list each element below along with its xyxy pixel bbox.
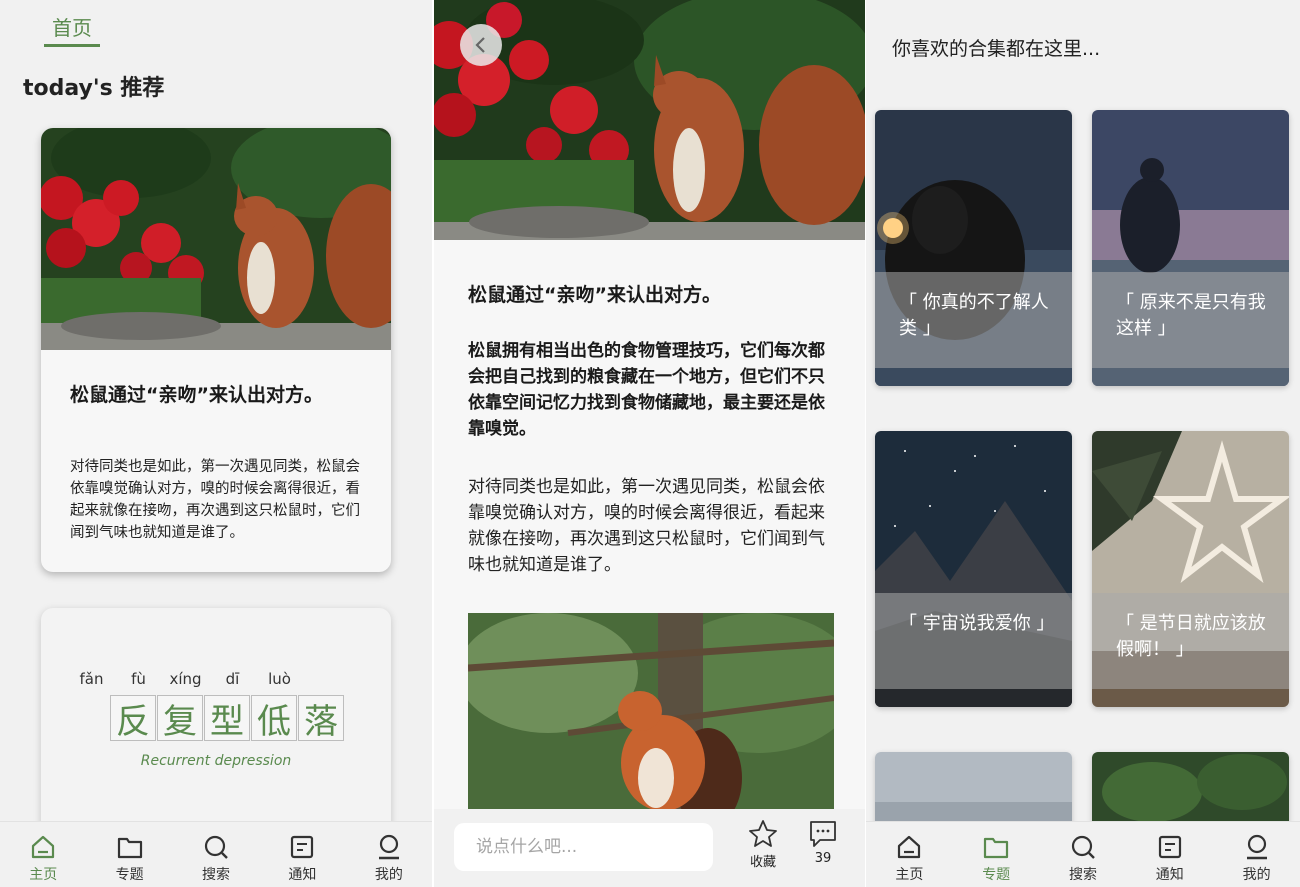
tabbar-item-search[interactable]: 搜索 — [1040, 822, 1127, 887]
tab-underline — [44, 44, 100, 47]
tabbar-item-topics[interactable]: 专题 — [86, 822, 172, 887]
star-icon — [749, 820, 777, 847]
article-paragraph: 对待同类也是如此，第一次遇见同类，松鼠会依靠嗅觉确认对方，嗅的时候会离得很近，看… — [468, 477, 825, 575]
collection-label: 「 你真的不了解人类 」 — [899, 292, 1049, 339]
chevron-left-icon — [475, 37, 485, 53]
collection-image — [1092, 752, 1289, 832]
card-excerpt: 对待同类也是如此，第一次遇见同类，松鼠会依靠嗅觉确认对方，嗅的时候会离得很近，看… — [70, 459, 360, 541]
collection-tile[interactable]: 「 宇宙说我爱你 」 — [875, 431, 1072, 707]
char-box: 反 — [110, 695, 156, 742]
tabbar-label: 搜索 — [202, 867, 231, 883]
char-box: 低 — [251, 695, 297, 742]
collection-label: 「 原来不是只有我这样 」 — [1116, 292, 1266, 339]
folder-icon — [984, 837, 1009, 859]
pinyin: xíng — [169, 670, 202, 688]
article-screen: 松鼠通过“亲吻”来认出对方。 松鼠拥有相当出色的食物管理技巧，它们每次都会把自己… — [434, 0, 865, 887]
tabbar-item-notice[interactable]: 通知 — [1126, 822, 1213, 887]
char-row: 反 复 型 低 落 — [110, 695, 344, 742]
collection-label: 「 宇宙说我爱你 」 — [899, 613, 1055, 634]
tab-bar: 主页 专题 搜索 通知 我的 — [0, 821, 432, 887]
tabbar-label: 我的 — [374, 867, 403, 883]
comment-count: 39 — [814, 851, 832, 866]
tabbar-item-notice[interactable]: 通知 — [259, 822, 345, 887]
tabbar-item-profile[interactable]: 我的 — [346, 822, 432, 887]
tabbar-label: 专题 — [115, 867, 144, 883]
char-box: 落 — [298, 695, 344, 742]
tab-bar: 主页 专题 搜索 通知 我的 — [866, 821, 1300, 887]
collection-tile[interactable]: 「 你真的不了解人类 」 — [875, 110, 1072, 386]
favorite-label: 收藏 — [749, 855, 776, 870]
article-bold-paragraph: 松鼠拥有相当出色的食物管理技巧，它们每次都会把自己找到的粮食藏在一个地方，但它们… — [468, 341, 825, 439]
collection-label: 「 是节日就应该放假啊！ 」 — [1116, 613, 1266, 660]
folder-icon — [117, 837, 142, 859]
collections-screen: 你喜欢的合集都在这里... 「 你真的不了解人类 」 「 原来不是只有我这样 」 — [866, 0, 1300, 887]
tabbar-label: 通知 — [288, 867, 317, 883]
squirrel-tree-image — [468, 613, 834, 813]
tabbar-label: 搜索 — [1068, 867, 1097, 883]
tile-overlay — [875, 593, 1072, 689]
comments-button[interactable]: 39 — [800, 819, 846, 866]
pinyin-row: fǎn fù xíng dī luò — [68, 670, 303, 688]
recommend-card[interactable]: 松鼠通过“亲吻”来认出对方。 对待同类也是如此，第一次遇见同类，松鼠会依靠嗅觉确… — [41, 128, 391, 572]
collection-image — [875, 752, 1072, 832]
tab-home[interactable]: 首页 — [44, 12, 100, 41]
tabbar-label: 专题 — [982, 867, 1011, 883]
pinyin: luò — [268, 670, 291, 688]
profile-icon — [378, 834, 399, 860]
comment-bar: 收藏 39 — [434, 809, 865, 887]
comment-input[interactable] — [454, 823, 713, 871]
tabbar-label: 主页 — [29, 867, 58, 883]
char-box: 复 — [157, 695, 203, 742]
search-icon — [204, 835, 228, 859]
collection-tile[interactable]: 「 是节日就应该放假啊！ 」 — [1092, 431, 1289, 707]
tabbar-item-topics[interactable]: 专题 — [953, 822, 1040, 887]
tabbar-item-home[interactable]: 主页 — [0, 822, 86, 887]
pinyin: fǎn — [79, 670, 104, 688]
tabbar-label: 通知 — [1155, 867, 1184, 883]
tabbar-label: 主页 — [895, 867, 924, 883]
tabbar-item-profile[interactable]: 我的 — [1213, 822, 1300, 887]
card-title: 松鼠通过“亲吻”来认出对方。 — [70, 384, 323, 406]
collection-tile[interactable] — [875, 752, 1072, 832]
notice-icon — [1158, 835, 1181, 859]
tabbar-item-home[interactable]: 主页 — [866, 822, 953, 887]
comment-icon — [810, 821, 836, 847]
search-icon — [1071, 835, 1095, 859]
home-icon — [898, 835, 921, 859]
tabbar-item-search[interactable]: 搜索 — [173, 822, 259, 887]
page-title: today's 推荐 — [23, 76, 165, 101]
home-icon — [32, 835, 55, 859]
pinyin: fù — [131, 670, 146, 688]
notice-icon — [291, 835, 314, 859]
collection-tile[interactable] — [1092, 752, 1289, 832]
back-button[interactable] — [460, 24, 502, 66]
page-title: 你喜欢的合集都在这里... — [892, 38, 1101, 60]
pinyin: dī — [225, 670, 240, 688]
favorite-button[interactable]: 收藏 — [740, 819, 786, 870]
home-screen: 首页 today's 推荐 松鼠通过“亲吻”来认出对方。 对待同类也是如此，第一… — [0, 0, 432, 887]
english-translation: Recurrent depression — [140, 753, 292, 769]
profile-icon — [1246, 834, 1267, 860]
collection-tile[interactable]: 「 原来不是只有我这样 」 — [1092, 110, 1289, 386]
squirrel-image — [41, 128, 391, 350]
article-title: 松鼠通过“亲吻”来认出对方。 — [468, 284, 721, 306]
tabbar-label: 我的 — [1242, 867, 1271, 883]
char-box: 型 — [204, 695, 250, 742]
